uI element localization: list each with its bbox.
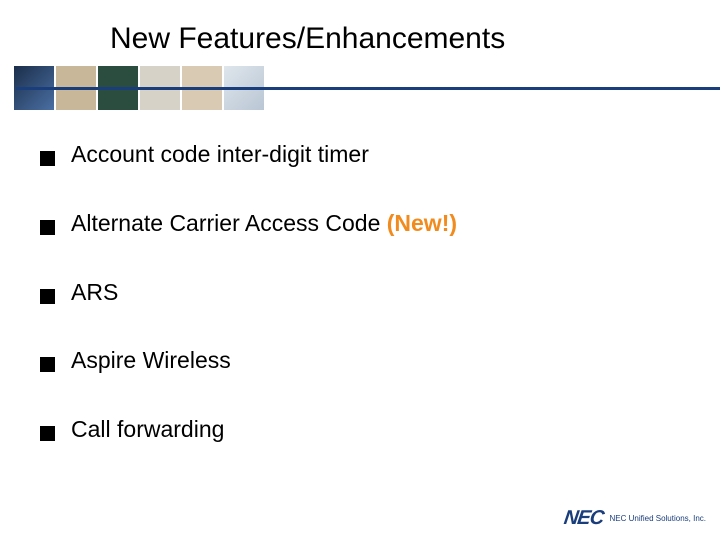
item-text: ARS xyxy=(71,278,118,307)
footer-logo: NEC NEC Unified Solutions, Inc. xyxy=(564,507,706,530)
item-text: Call forwarding xyxy=(71,415,224,444)
banner-rule xyxy=(16,87,720,90)
list-item: Call forwarding xyxy=(40,415,680,444)
slide-title: New Features/Enhancements xyxy=(0,0,720,66)
square-bullet-icon xyxy=(40,220,55,235)
list-item: Alternate Carrier Access Code (New!) xyxy=(40,209,680,238)
banner-row xyxy=(0,66,720,110)
list-item: Account code inter-digit timer xyxy=(40,140,680,169)
list-item: Aspire Wireless xyxy=(40,346,680,375)
new-tag: (New!) xyxy=(387,210,457,236)
nec-logo: NEC xyxy=(563,507,605,530)
bullet-list: Account code inter-digit timer Alternate… xyxy=(0,110,720,444)
nec-subtext: NEC Unified Solutions, Inc. xyxy=(610,515,707,523)
item-text: Aspire Wireless xyxy=(71,346,231,375)
square-bullet-icon xyxy=(40,289,55,304)
item-text: Account code inter-digit timer xyxy=(71,140,369,169)
square-bullet-icon xyxy=(40,357,55,372)
square-bullet-icon xyxy=(40,151,55,166)
list-item: ARS xyxy=(40,278,680,307)
square-bullet-icon xyxy=(40,426,55,441)
item-text: Alternate Carrier Access Code (New!) xyxy=(71,209,457,238)
